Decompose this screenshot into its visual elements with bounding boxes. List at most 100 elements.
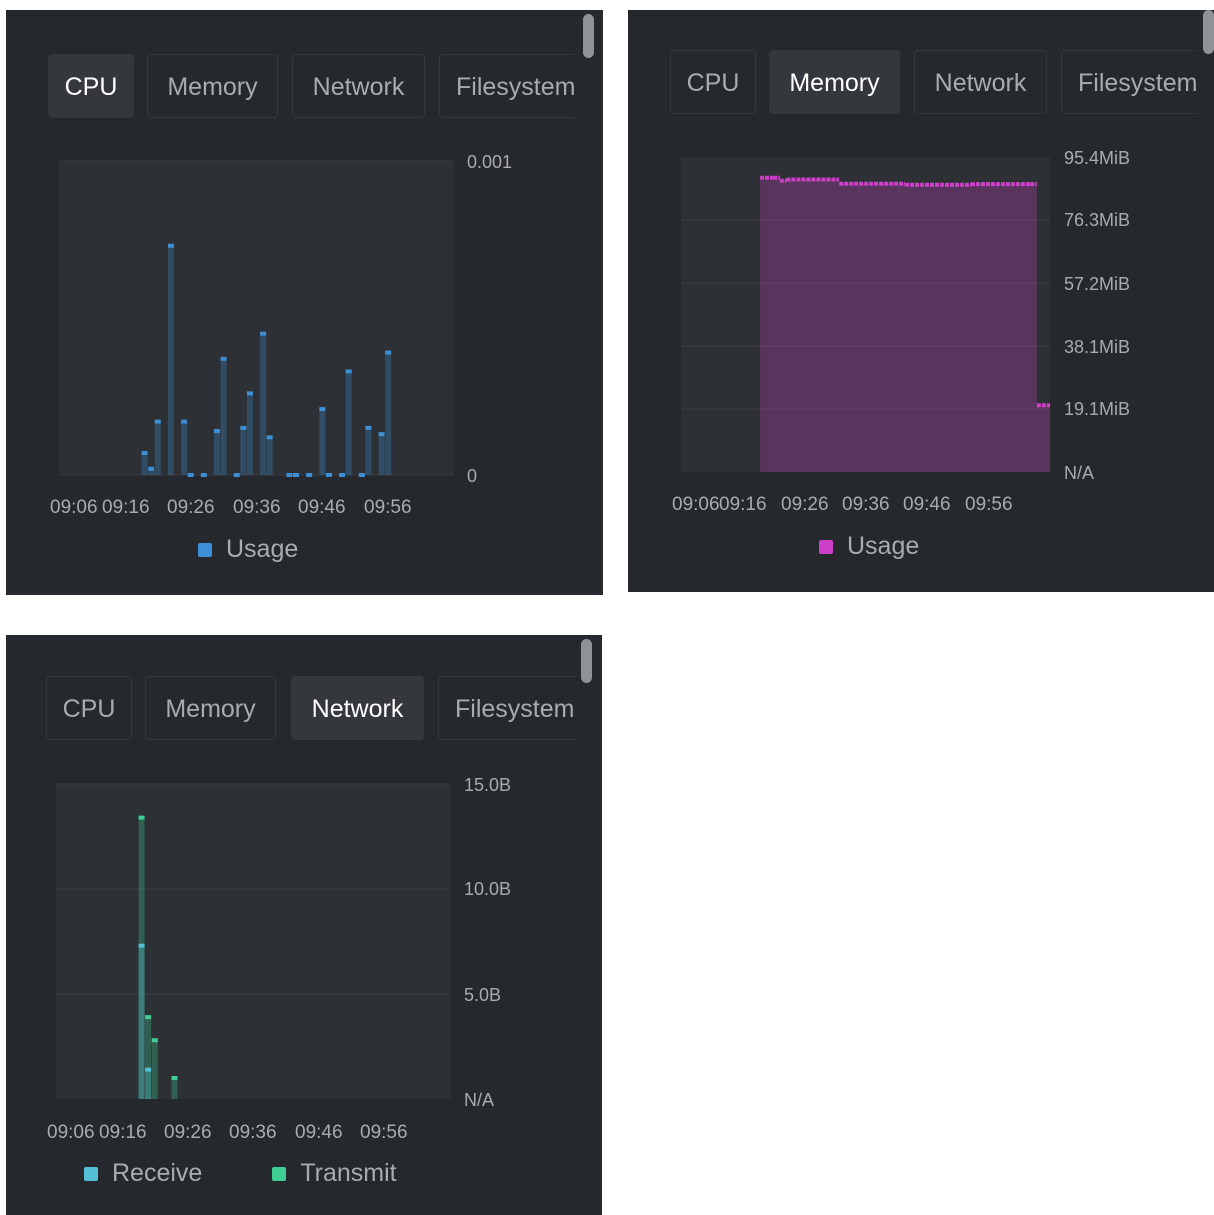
network-receive-point [145, 1067, 152, 1072]
network-transmit-bar [171, 1078, 178, 1099]
cpu-usage-point [220, 356, 227, 361]
y-tick-label: 19.1MiB [1064, 399, 1130, 419]
tab-cpu[interactable]: CPU [46, 676, 132, 740]
y-tick-label: 38.1MiB [1064, 337, 1130, 357]
network-metrics-panel: CPU Memory Network Filesystem 15.0B 10.0… [6, 635, 602, 1215]
legend-swatch-transmit [272, 1166, 287, 1181]
legend-swatch-receive [84, 1166, 98, 1181]
cpu-usage-bar [365, 427, 372, 475]
y-tick-label: 15.0B [464, 775, 511, 795]
x-tick-label: 09:56 [965, 494, 1013, 515]
x-tick-label: 09:26 [167, 497, 215, 518]
cpu-usage-point [358, 473, 365, 477]
y-tick-label: N/A [464, 1090, 494, 1110]
cpu-usage-point [266, 435, 273, 440]
y-tick-label: 95.4MiB [1064, 148, 1130, 168]
cpu-usage-point [187, 473, 194, 477]
cpu-usage-bar [181, 421, 188, 475]
scrollbar-thumb[interactable] [1203, 10, 1214, 54]
y-tick-label: 0.001 [467, 152, 512, 172]
cpu-usage-bar [378, 434, 385, 475]
memory-usage-chart: 95.4MiB 76.3MiB 57.2MiB 38.1MiB 19.1MiB … [672, 148, 1130, 515]
y-tick-label: 10.0B [464, 879, 511, 899]
cpu-usage-point [181, 419, 188, 424]
cpu-usage-bar [385, 352, 392, 475]
memory-usage-area [760, 177, 1050, 472]
network-transmit-bar [151, 1040, 158, 1099]
cpu-usage-point [345, 369, 352, 374]
cpu-usage-bar [154, 421, 161, 475]
x-tick-label: 09:36 [233, 497, 281, 518]
legend-label-transmit[interactable]: Transmit [300, 1159, 396, 1188]
cpu-usage-bar [220, 358, 227, 475]
cpu-usage-point [293, 473, 299, 477]
cpu-usage-point [260, 331, 267, 336]
legend-label-usage[interactable]: Usage [226, 535, 298, 564]
cpu-usage-point [200, 473, 207, 477]
tab-memory[interactable]: Memory [769, 50, 900, 114]
cpu-usage-chart: 0.001 0 09:06 09:16 09:26 09:36 09:46 09… [50, 152, 512, 518]
chart-legend: Usage [198, 535, 298, 564]
cpu-usage-point [365, 425, 372, 430]
network-transmit-point [138, 815, 145, 820]
cpu-usage-bar [240, 427, 247, 475]
cpu-usage-point [286, 473, 293, 477]
y-tick-label: 5.0B [464, 985, 501, 1005]
y-tick-label: 0 [467, 466, 477, 486]
network-transmit-point [151, 1038, 158, 1043]
cpu-usage-point [378, 432, 385, 437]
cpu-usage-point [167, 243, 174, 248]
tab-memory[interactable]: Memory [145, 676, 276, 740]
cpu-usage-bar [141, 453, 148, 475]
x-tick-label: 09:26 [164, 1122, 212, 1143]
scrollbar-thumb[interactable] [581, 639, 592, 683]
legend-label-receive[interactable]: Receive [112, 1159, 202, 1188]
memory-metrics-panel: CPU Memory Network Filesystem 95.4MiB 76… [628, 10, 1214, 592]
cpu-usage-point [240, 425, 247, 430]
x-tick-label: 09:36 [229, 1122, 277, 1143]
x-tick-label: 09:16 [102, 497, 150, 518]
network-receive-bar [138, 945, 145, 1099]
cpu-usage-point [325, 473, 332, 477]
x-tick-label: 09:56 [364, 497, 412, 518]
scrollbar-thumb[interactable] [583, 14, 594, 58]
tab-network[interactable]: Network [291, 676, 424, 740]
cpu-usage-point [214, 429, 220, 434]
x-tick-label: 09:16 [719, 494, 767, 515]
cpu-usage-point [148, 466, 155, 471]
chart-legend: Usage [819, 532, 919, 561]
cpu-usage-bar [246, 393, 253, 475]
x-tick-label: 09:46 [295, 1122, 343, 1143]
cpu-usage-bar [214, 431, 220, 475]
x-tick-label: 09:56 [360, 1122, 408, 1143]
tab-filesystem[interactable]: Filesystem [439, 54, 575, 118]
cpu-usage-point [141, 451, 148, 456]
cpu-usage-point [339, 473, 346, 477]
x-tick-label: 09:46 [903, 494, 951, 515]
network-transmit-point [145, 1015, 152, 1020]
tab-filesystem[interactable]: Filesystem [438, 676, 575, 740]
tab-filesystem[interactable]: Filesystem [1061, 50, 1197, 114]
cpu-usage-bar [266, 437, 273, 475]
chart-legend: Receive Transmit [84, 1159, 397, 1188]
cpu-usage-bar [167, 245, 174, 475]
x-tick-label: 09:06 [50, 497, 98, 518]
legend-swatch-usage [198, 542, 212, 557]
tab-cpu[interactable]: CPU [670, 50, 756, 114]
tab-cpu[interactable]: CPU [48, 54, 134, 118]
tab-memory[interactable]: Memory [147, 54, 278, 118]
y-tick-label: 57.2MiB [1064, 274, 1130, 294]
tab-network[interactable]: Network [914, 50, 1047, 114]
x-tick-label: 09:26 [781, 494, 829, 515]
cpu-usage-point [233, 473, 240, 477]
tab-network[interactable]: Network [292, 54, 425, 118]
metrics-tab-bar: CPU Memory Network Filesystem [46, 676, 575, 742]
x-tick-label: 09:16 [99, 1122, 147, 1143]
cpu-usage-bar [345, 371, 352, 475]
x-tick-label: 09:46 [298, 497, 346, 518]
chart-plot-area [59, 161, 454, 475]
x-tick-label: 09:36 [842, 494, 890, 515]
network-receive-bar [145, 1069, 152, 1099]
cpu-usage-point [385, 350, 392, 355]
legend-label-usage[interactable]: Usage [847, 532, 919, 561]
